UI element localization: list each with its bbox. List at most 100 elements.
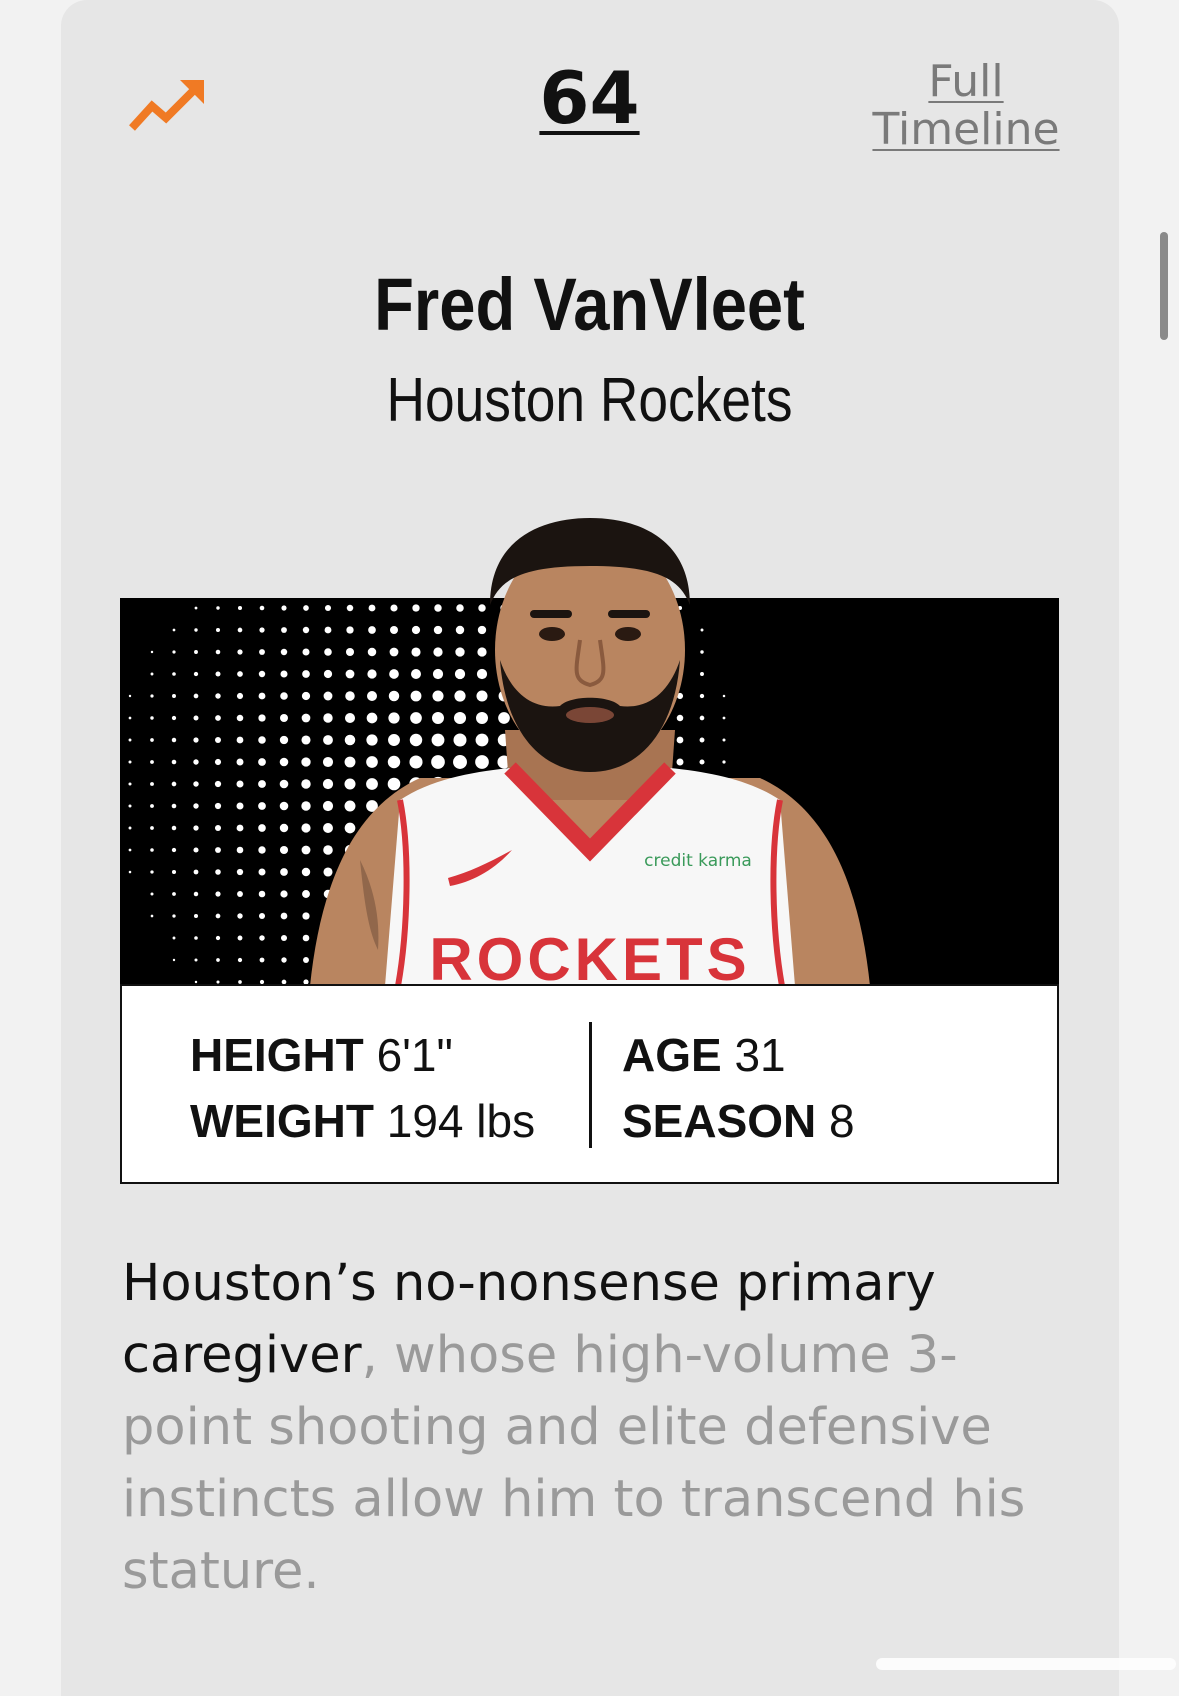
halftone-dot	[171, 715, 177, 721]
age-value: 31	[734, 1029, 786, 1081]
halftone-dot	[193, 781, 199, 787]
halftone-dot	[215, 649, 221, 655]
halftone-dot	[258, 758, 266, 766]
halftone-dot	[193, 847, 199, 853]
halftone-dot	[236, 780, 244, 788]
halftone-dot	[194, 936, 198, 940]
halftone-dot	[150, 914, 154, 918]
halftone-dot	[194, 606, 198, 610]
halftone-dot	[193, 759, 199, 765]
halftone-dot	[236, 846, 244, 854]
halftone-dot	[236, 714, 244, 722]
halftone-dot	[258, 692, 266, 700]
halftone-dot	[259, 957, 265, 963]
halftone-dot	[172, 914, 176, 918]
halftone-dot	[258, 912, 266, 920]
halftone-dot	[215, 693, 221, 699]
halftone-dot	[128, 848, 132, 852]
halftone-dot	[150, 672, 154, 676]
halftone-dot	[150, 870, 154, 874]
halftone-dot	[171, 869, 177, 875]
halftone-dot	[236, 824, 244, 832]
halftone-dot	[236, 736, 244, 744]
halftone-dot	[128, 760, 132, 764]
height-label: HEIGHT	[190, 1029, 364, 1081]
halftone-dot	[194, 628, 198, 632]
full-timeline-link[interactable]: Full Timeline	[866, 58, 1066, 154]
halftone-dot	[258, 714, 266, 722]
halftone-dot	[258, 846, 266, 854]
halftone-dot	[215, 627, 221, 633]
halftone-dot	[214, 824, 222, 832]
halftone-dot	[237, 891, 243, 897]
halftone-dot	[236, 692, 244, 700]
halftone-dot	[258, 780, 266, 788]
jersey-team-text: ROCKETS	[429, 926, 750, 986]
halftone-dot	[128, 738, 132, 742]
halftone-dot	[216, 606, 220, 610]
halftone-dot	[214, 802, 222, 810]
halftone-dot	[215, 715, 221, 721]
height-value: 6'1"	[376, 1029, 453, 1081]
halftone-dot	[150, 650, 154, 654]
halftone-dot	[214, 758, 222, 766]
halftone-dot	[150, 892, 154, 896]
halftone-dot	[128, 694, 132, 698]
halftone-dot	[259, 935, 265, 941]
halftone-dot	[128, 870, 132, 874]
halftone-dot	[236, 868, 244, 876]
halftone-dot	[259, 627, 265, 633]
halftone-dot	[193, 803, 199, 809]
player-blurb: Houston’s no-nonsense primary caregiver,…	[122, 1248, 1067, 1608]
weight-value: 194 lbs	[386, 1095, 536, 1147]
halftone-dot	[172, 628, 176, 632]
halftone-dot	[193, 825, 199, 831]
halftone-dot	[193, 671, 199, 677]
halftone-dot	[193, 715, 199, 721]
halftone-dot	[237, 957, 243, 963]
halftone-dot	[171, 847, 177, 853]
halftone-dot	[193, 737, 199, 743]
halftone-dot	[258, 736, 266, 744]
halftone-dot	[150, 848, 154, 852]
halftone-dot	[194, 650, 198, 654]
halftone-dot	[216, 958, 220, 962]
height-stat: HEIGHT 6'1"	[190, 1032, 453, 1078]
halftone-dot	[215, 869, 221, 875]
player-name: Fred VanVleet	[374, 263, 805, 346]
halftone-dot	[150, 782, 154, 786]
halftone-dot	[171, 781, 177, 787]
halftone-dot	[128, 804, 132, 808]
season-value: 8	[829, 1095, 855, 1147]
player-stats-box: HEIGHT 6'1" WEIGHT 194 lbs AGE 31 SEASON…	[120, 984, 1059, 1184]
halftone-dot	[171, 803, 177, 809]
halftone-dot	[150, 760, 154, 764]
season-label: SEASON	[622, 1095, 817, 1147]
halftone-dot	[258, 890, 266, 898]
halftone-dot	[194, 958, 198, 962]
rank-link[interactable]: 64	[539, 56, 639, 140]
halftone-dot	[172, 892, 176, 896]
weight-label: WEIGHT	[190, 1095, 374, 1147]
halftone-dot	[259, 605, 265, 611]
halftone-dot	[194, 980, 198, 984]
halftone-dot	[193, 913, 199, 919]
age-label: AGE	[622, 1029, 722, 1081]
halftone-dot	[237, 913, 243, 919]
season-stat: SEASON 8	[622, 1098, 855, 1144]
halftone-dot	[259, 649, 265, 655]
halftone-dot	[193, 693, 199, 699]
halftone-dot	[258, 868, 266, 876]
scrollbar[interactable]	[1160, 232, 1168, 340]
player-photo: credit karma ROCKETS	[310, 518, 870, 986]
halftone-dot	[215, 891, 221, 897]
halftone-dot	[172, 672, 176, 676]
halftone-dot	[258, 824, 266, 832]
halftone-dot	[172, 650, 176, 654]
halftone-dot	[237, 627, 243, 633]
team-name: Houston Rockets	[386, 366, 793, 435]
halftone-dot	[215, 847, 221, 853]
home-indicator[interactable]	[876, 1658, 1176, 1670]
halftone-dot	[215, 935, 221, 941]
stats-divider	[589, 1022, 592, 1148]
